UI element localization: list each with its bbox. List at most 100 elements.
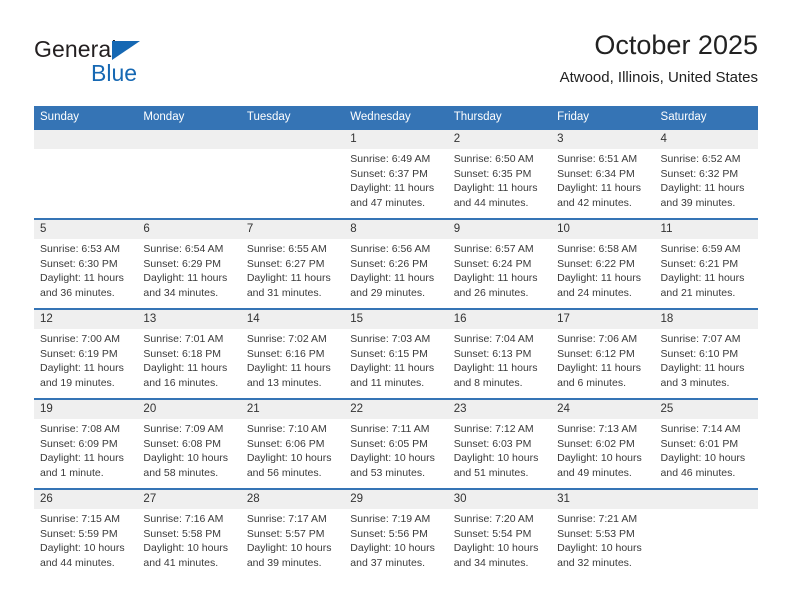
calendar-day-cell[interactable]: 21 Sunrise: 7:10 AM Sunset: 6:06 PM Dayligh… — [240, 398, 345, 489]
calendar-day-cell[interactable]: 4 Sunrise: 6:52 AM Sunset: 6:32 PM Daylight… — [654, 128, 758, 219]
calendar-day-cell[interactable]: 10 Sunrise: 6:58 AM Sunset: 6:22 PM Dayligh… — [551, 218, 655, 309]
sunset-time: Sunset: 6:09 PM — [40, 437, 118, 450]
day-sun-info: Sunrise: 7:07 AM Sunset: 6:10 PM Daylight:… — [655, 329, 758, 390]
sunrise-time: Sunrise: 6:59 AM — [660, 243, 741, 255]
calendar-day-cell[interactable]: 28 Sunrise: 7:17 AM Sunset: 5:57 PM Dayligh… — [240, 488, 345, 578]
calendar-day-cell[interactable]: 9 Sunrise: 6:57 AM Sunset: 6:24 PM Daylight… — [447, 218, 552, 309]
weekday-header-thursday: Thursday — [447, 106, 552, 129]
weekday-header-sunday: Sunday — [34, 106, 138, 129]
calendar-day-cell[interactable]: 13 Sunrise: 7:01 AM Sunset: 6:18 PM Dayligh… — [137, 308, 241, 399]
calendar-day-cell[interactable]: 18 Sunrise: 7:07 AM Sunset: 6:10 PM Dayligh… — [654, 308, 758, 399]
day-sun-info: Sunrise: 7:00 AM Sunset: 6:19 PM Daylight:… — [34, 329, 137, 390]
day-sun-info: Sunrise: 7:06 AM Sunset: 6:12 PM Daylight:… — [551, 329, 654, 390]
day-number: 11 — [654, 220, 758, 239]
daylight-duration: Daylight: 11 hours and 39 minutes. — [660, 182, 745, 209]
calendar-day-cell[interactable]: 25 Sunrise: 7:14 AM Sunset: 6:01 PM Dayligh… — [654, 398, 758, 489]
day-sun-info: Sunrise: 6:57 AM Sunset: 6:24 PM Daylight:… — [448, 239, 551, 300]
daylight-duration: Daylight: 11 hours and 21 minutes. — [660, 272, 745, 299]
calendar-day-cell[interactable]: 31 Sunrise: 7:21 AM Sunset: 5:53 PM Dayligh… — [551, 488, 655, 578]
sunrise-time: Sunrise: 7:07 AM — [660, 333, 741, 345]
sunrise-time: Sunrise: 7:08 AM — [40, 423, 120, 435]
day-number — [34, 130, 138, 149]
day-sun-info: Sunrise: 7:15 AM Sunset: 5:59 PM Daylight:… — [34, 509, 137, 570]
day-number: 13 — [137, 310, 241, 329]
day-sun-info: Sunrise: 7:02 AM Sunset: 6:16 PM Daylight:… — [241, 329, 344, 390]
day-number: 27 — [137, 490, 241, 509]
sunrise-time: Sunrise: 7:06 AM — [557, 333, 638, 345]
calendar-day-cell[interactable]: 26 Sunrise: 7:15 AM Sunset: 5:59 PM Dayligh… — [34, 488, 138, 578]
day-number: 10 — [551, 220, 655, 239]
day-sun-info: Sunrise: 6:56 AM Sunset: 6:26 PM Daylight:… — [344, 239, 447, 300]
calendar-day-cell[interactable]: 27 Sunrise: 7:16 AM Sunset: 5:58 PM Dayligh… — [137, 488, 241, 578]
daylight-duration: Daylight: 11 hours and 36 minutes. — [40, 272, 124, 299]
calendar-day-cell[interactable]: 22 Sunrise: 7:11 AM Sunset: 6:05 PM Dayligh… — [344, 398, 448, 489]
sunrise-time: Sunrise: 7:14 AM — [660, 423, 741, 435]
day-number: 5 — [34, 220, 138, 239]
calendar-day-cell[interactable]: 23 Sunrise: 7:12 AM Sunset: 6:03 PM Dayligh… — [447, 398, 552, 489]
logo-text-blue: Blue — [91, 60, 138, 86]
calendar-day-cell[interactable]: 7 Sunrise: 6:55 AM Sunset: 6:27 PM Daylight… — [240, 218, 345, 309]
day-sun-info: Sunrise: 7:03 AM Sunset: 6:15 PM Daylight:… — [344, 329, 447, 390]
daylight-duration: Daylight: 10 hours and 46 minutes. — [660, 452, 746, 479]
calendar-day-cell[interactable]: 2 Sunrise: 6:50 AM Sunset: 6:35 PM Daylight… — [447, 128, 552, 219]
calendar-day-cell[interactable]: 17 Sunrise: 7:06 AM Sunset: 6:12 PM Dayligh… — [551, 308, 655, 399]
logo-triangle-icon — [112, 41, 140, 60]
sunset-time: Sunset: 5:58 PM — [143, 527, 222, 540]
sunset-time: Sunset: 6:21 PM — [660, 257, 739, 270]
sunset-time: Sunset: 6:06 PM — [246, 437, 325, 450]
day-number: 22 — [344, 400, 448, 419]
sunrise-time: Sunrise: 6:51 AM — [557, 153, 638, 165]
daylight-duration: Daylight: 10 hours and 51 minutes. — [453, 452, 539, 479]
day-number: 30 — [447, 490, 552, 509]
day-sun-info: Sunrise: 7:04 AM Sunset: 6:13 PM Daylight:… — [448, 329, 551, 390]
calendar-day-cell[interactable]: 20 Sunrise: 7:09 AM Sunset: 6:08 PM Dayligh… — [137, 398, 241, 489]
calendar-day-cell-empty — [654, 488, 758, 578]
calendar-day-cell[interactable]: 24 Sunrise: 7:13 AM Sunset: 6:02 PM Dayligh… — [551, 398, 655, 489]
day-sun-info: Sunrise: 7:16 AM Sunset: 5:58 PM Daylight:… — [137, 509, 240, 570]
calendar-day-cell[interactable]: 6 Sunrise: 6:54 AM Sunset: 6:29 PM Daylight… — [137, 218, 241, 309]
sunrise-time: Sunrise: 7:03 AM — [350, 333, 431, 345]
calendar-day-cell[interactable]: 12 Sunrise: 7:00 AM Sunset: 6:19 PM Dayligh… — [34, 308, 138, 399]
weekday-header-saturday: Saturday — [654, 106, 758, 129]
daylight-duration: Daylight: 11 hours and 11 minutes. — [350, 362, 435, 389]
day-sun-info: Sunrise: 7:19 AM Sunset: 5:56 PM Daylight:… — [344, 509, 447, 570]
day-sun-info: Sunrise: 7:08 AM Sunset: 6:09 PM Daylight:… — [34, 419, 137, 480]
daylight-duration: Daylight: 11 hours and 34 minutes. — [143, 272, 228, 299]
calendar-day-cell[interactable]: 29 Sunrise: 7:19 AM Sunset: 5:56 PM Dayligh… — [344, 488, 448, 578]
calendar-day-cell[interactable]: 16 Sunrise: 7:04 AM Sunset: 6:13 PM Dayligh… — [447, 308, 552, 399]
calendar-day-cell[interactable]: 30 Sunrise: 7:20 AM Sunset: 5:54 PM Dayligh… — [447, 488, 552, 578]
daylight-duration: Daylight: 11 hours and 31 minutes. — [246, 272, 331, 299]
calendar-day-cell[interactable]: 19 Sunrise: 7:08 AM Sunset: 6:09 PM Dayligh… — [34, 398, 138, 489]
day-number: 8 — [344, 220, 448, 239]
sunset-time: Sunset: 5:57 PM — [246, 527, 325, 540]
day-sun-info: Sunrise: 7:10 AM Sunset: 6:06 PM Daylight:… — [241, 419, 344, 480]
sunrise-time: Sunrise: 7:00 AM — [40, 333, 120, 345]
day-number: 3 — [551, 130, 655, 149]
calendar-day-cell[interactable]: 1 Sunrise: 6:49 AM Sunset: 6:37 PM Daylight… — [344, 128, 448, 219]
calendar-day-cell-empty — [240, 128, 345, 219]
day-number: 21 — [240, 400, 345, 419]
day-number: 17 — [551, 310, 655, 329]
sunrise-time: Sunrise: 6:55 AM — [246, 243, 327, 255]
daylight-duration: Daylight: 11 hours and 3 minutes. — [660, 362, 745, 389]
general-blue-logo[interactable]: General Blue — [34, 36, 274, 94]
calendar-page: General Blue October 2025 Atwood, Illino… — [0, 0, 792, 612]
day-number: 9 — [447, 220, 552, 239]
weekday-header-row: Sunday Monday Tuesday Wednesday Thursday… — [34, 106, 758, 129]
calendar-day-cell[interactable]: 5 Sunrise: 6:53 AM Sunset: 6:30 PM Daylight… — [34, 218, 138, 309]
sunset-time: Sunset: 6:13 PM — [453, 347, 532, 360]
calendar-day-cell[interactable]: 8 Sunrise: 6:56 AM Sunset: 6:26 PM Daylight… — [344, 218, 448, 309]
calendar-day-cell[interactable]: 14 Sunrise: 7:02 AM Sunset: 6:16 PM Dayligh… — [240, 308, 345, 399]
daylight-duration: Daylight: 10 hours and 41 minutes. — [143, 542, 229, 569]
day-number: 7 — [240, 220, 345, 239]
calendar-day-cell[interactable]: 11 Sunrise: 6:59 AM Sunset: 6:21 PM Dayligh… — [654, 218, 758, 309]
sunset-time: Sunset: 6:15 PM — [350, 347, 428, 360]
day-sun-info: Sunrise: 6:58 AM Sunset: 6:22 PM Daylight:… — [551, 239, 654, 300]
calendar-day-cell[interactable]: 3 Sunrise: 6:51 AM Sunset: 6:34 PM Daylight… — [551, 128, 655, 219]
sunset-time: Sunset: 6:12 PM — [557, 347, 635, 360]
calendar-day-cell[interactable]: 15 Sunrise: 7:03 AM Sunset: 6:15 PM Dayligh… — [344, 308, 448, 399]
sunset-time: Sunset: 6:03 PM — [453, 437, 532, 450]
sunset-time: Sunset: 6:08 PM — [143, 437, 222, 450]
sunset-time: Sunset: 6:30 PM — [40, 257, 118, 270]
day-sun-info: Sunrise: 7:12 AM Sunset: 6:03 PM Daylight:… — [448, 419, 551, 480]
